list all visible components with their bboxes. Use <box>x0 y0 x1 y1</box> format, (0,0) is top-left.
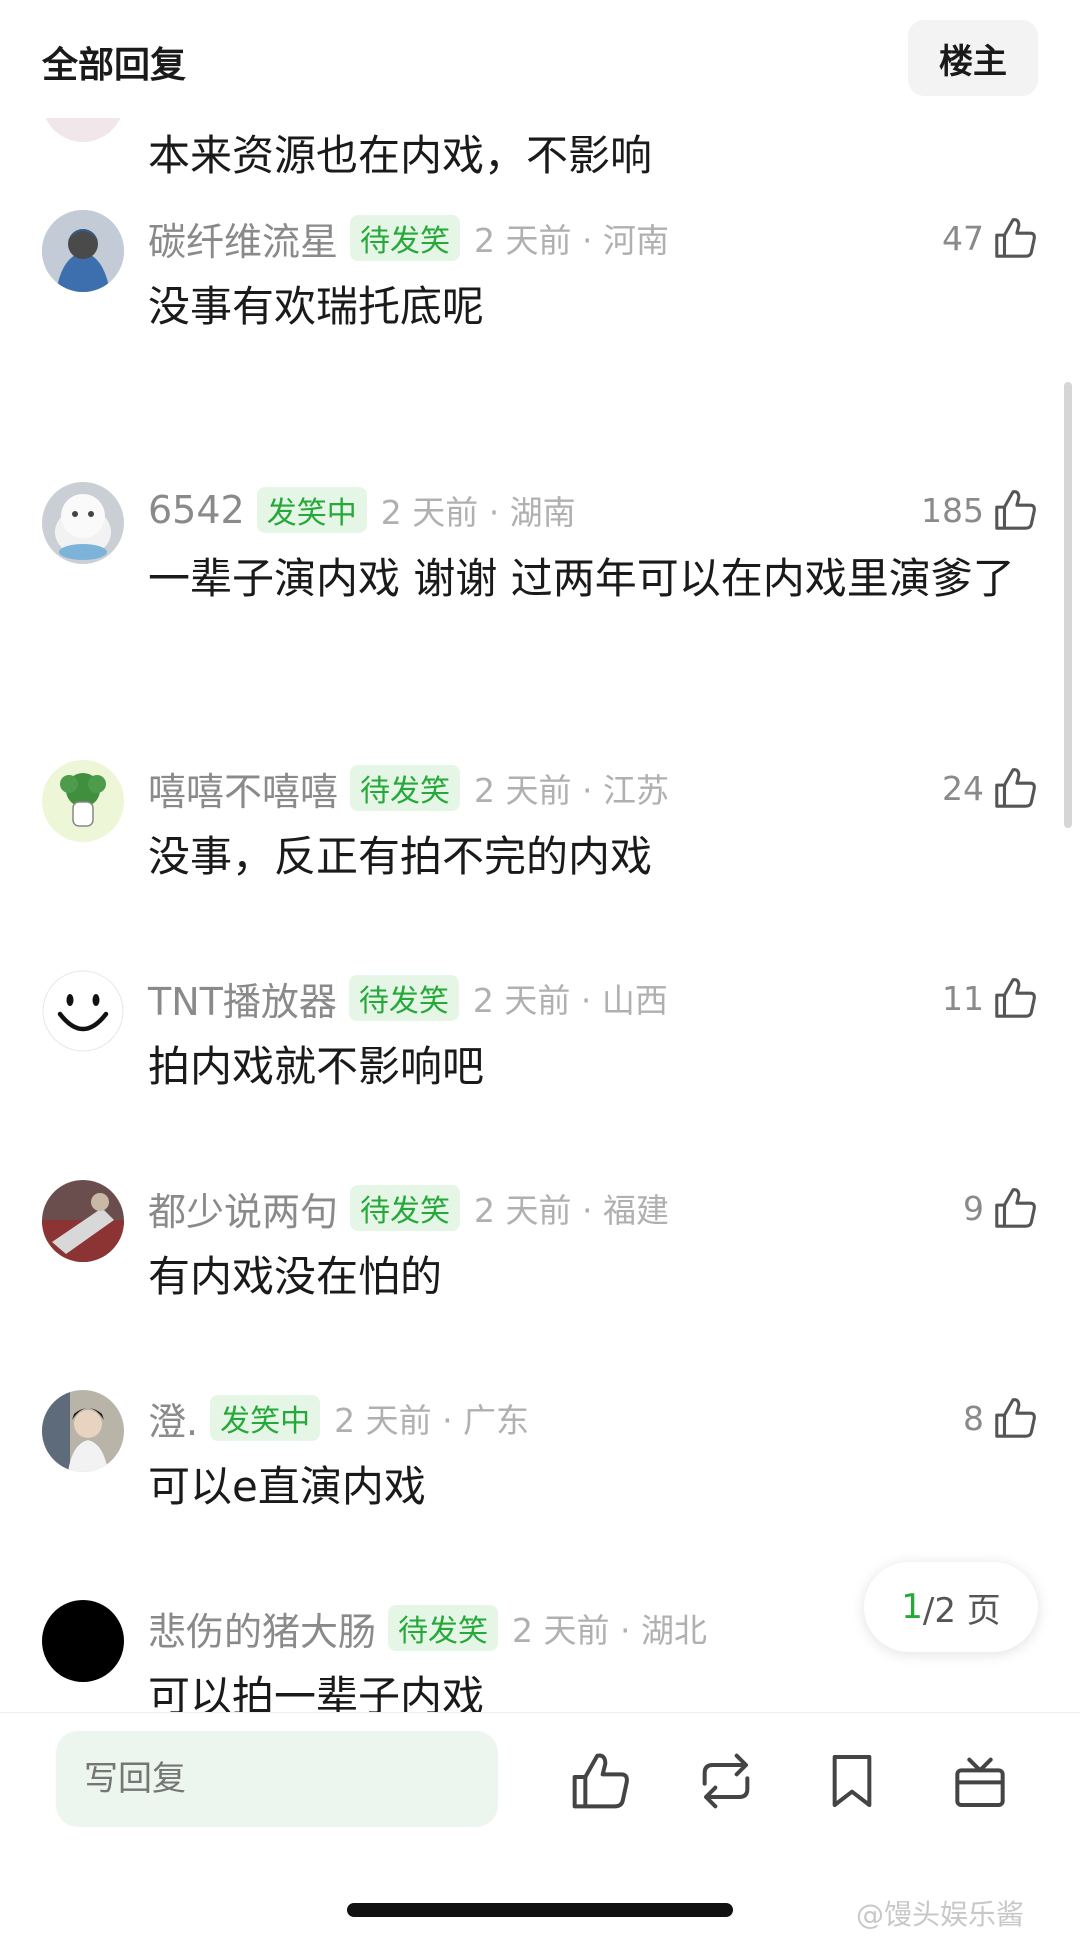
status-badge: 发笑中 <box>210 1395 321 1441</box>
username[interactable]: 澄. <box>148 1391 198 1446</box>
comment-time-location: 2 天前 · 湖北 <box>512 1611 707 1650</box>
comment-time-location: 2 天前 · 福建 <box>474 1191 669 1230</box>
thumbs-up-icon <box>995 1188 1036 1228</box>
bottom-action-bar: @馒头娱乐酱 <box>0 1712 1080 1942</box>
bookmark-icon[interactable] <box>820 1749 884 1813</box>
watermark: @馒头娱乐酱 <box>856 1898 1025 1931</box>
page-indicator[interactable]: 1/2 页 <box>864 1562 1038 1652</box>
username[interactable]: 悲伤的猪大肠 <box>148 1601 376 1656</box>
thumbs-up-icon <box>995 768 1036 808</box>
like-count: 47 <box>942 218 984 258</box>
comment-meta: 澄. 发笑中 2 天前 · 广东 <box>148 1390 529 1446</box>
avatar[interactable] <box>42 1180 124 1262</box>
comment-time-location: 2 天前 · 山西 <box>472 981 668 1020</box>
status-badge: 待发笑 <box>388 1605 499 1651</box>
like-count: 9 <box>963 1188 984 1228</box>
comment-time-location: 2 天前 · 湖南 <box>380 493 576 532</box>
thumbs-up-icon <box>995 490 1036 530</box>
like-count: 185 <box>921 490 984 530</box>
username[interactable]: 都少说两句 <box>148 1181 338 1236</box>
gift-icon[interactable] <box>948 1749 1012 1813</box>
current-page-number: 1 <box>901 1587 923 1627</box>
thumbs-up-icon <box>995 978 1036 1018</box>
username[interactable]: 嘻嘻不嘻嘻 <box>148 761 338 816</box>
comment-text: 没事有欢瑞托底呢 <box>148 282 485 331</box>
comment-text: 本来资源也在内戏，不影响 <box>148 131 653 180</box>
avatar[interactable] <box>42 210 124 292</box>
like-button[interactable]: 11 <box>942 970 1038 1026</box>
home-indicator <box>347 1903 733 1917</box>
op-only-button[interactable]: 楼主 <box>908 20 1038 96</box>
comment-text: 拍内戏就不影响吧 <box>148 1042 485 1091</box>
comment-meta: TNT播放器 待发笑 2 天前 · 山西 <box>148 970 668 1026</box>
status-badge: 待发笑 <box>350 1185 461 1231</box>
like-count: 8 <box>963 1398 984 1438</box>
status-badge: 待发笑 <box>348 975 459 1021</box>
like-count: 24 <box>942 768 984 808</box>
avatar[interactable] <box>42 1390 124 1472</box>
username[interactable]: TNT播放器 <box>148 971 337 1026</box>
status-badge: 发笑中 <box>256 487 367 533</box>
total-pages-label: /2 页 <box>922 1590 1001 1631</box>
status-badge: 待发笑 <box>350 215 461 261</box>
thumbs-up-icon[interactable] <box>568 1749 632 1813</box>
header: 全部回复 楼主 <box>0 0 1080 118</box>
page-title: 全部回复 <box>42 45 187 86</box>
like-button[interactable]: 185 <box>921 482 1038 538</box>
scrollbar[interactable] <box>1064 382 1072 828</box>
comment-meta: 都少说两句 待发笑 2 天前 · 福建 <box>148 1180 669 1236</box>
like-button[interactable]: 24 <box>942 760 1038 816</box>
comment-text: 有内戏没在怕的 <box>148 1252 443 1301</box>
comment-text: 可以e直演内戏 <box>148 1462 426 1511</box>
like-button[interactable]: 8 <box>963 1390 1038 1446</box>
thumbs-up-icon <box>995 218 1036 258</box>
avatar[interactable] <box>42 970 124 1052</box>
avatar[interactable] <box>42 482 124 564</box>
reply-input[interactable] <box>56 1731 498 1827</box>
like-count: 11 <box>942 978 984 1018</box>
like-button[interactable]: 9 <box>963 1180 1038 1236</box>
repost-icon[interactable] <box>694 1749 758 1813</box>
avatar[interactable] <box>42 1600 124 1682</box>
comment-meta: 悲伤的猪大肠 待发笑 2 天前 · 湖北 <box>148 1600 707 1656</box>
avatar[interactable] <box>42 760 124 842</box>
like-button[interactable]: 47 <box>942 210 1038 266</box>
username[interactable]: 6542 <box>148 488 245 532</box>
thumbs-up-icon <box>995 1398 1036 1438</box>
comment-text: 一辈子演内戏 谢谢 过两年可以在内戏里演爹了 <box>148 554 1015 603</box>
username[interactable]: 碳纤维流星 <box>148 211 338 266</box>
status-badge: 待发笑 <box>350 765 461 811</box>
comment-time-location: 2 天前 · 广东 <box>334 1401 530 1440</box>
comment-meta: 碳纤维流星 待发笑 2 天前 · 河南 <box>148 210 669 266</box>
comment-meta: 嘻嘻不嘻嘻 待发笑 2 天前 · 江苏 <box>148 760 669 816</box>
comment-meta: 6542 发笑中 2 天前 · 湖南 <box>148 482 576 538</box>
comment-time-location: 2 天前 · 江苏 <box>474 771 669 810</box>
comment-time-location: 2 天前 · 河南 <box>474 221 669 260</box>
comment-text: 没事，反正有拍不完的内戏 <box>148 832 653 881</box>
